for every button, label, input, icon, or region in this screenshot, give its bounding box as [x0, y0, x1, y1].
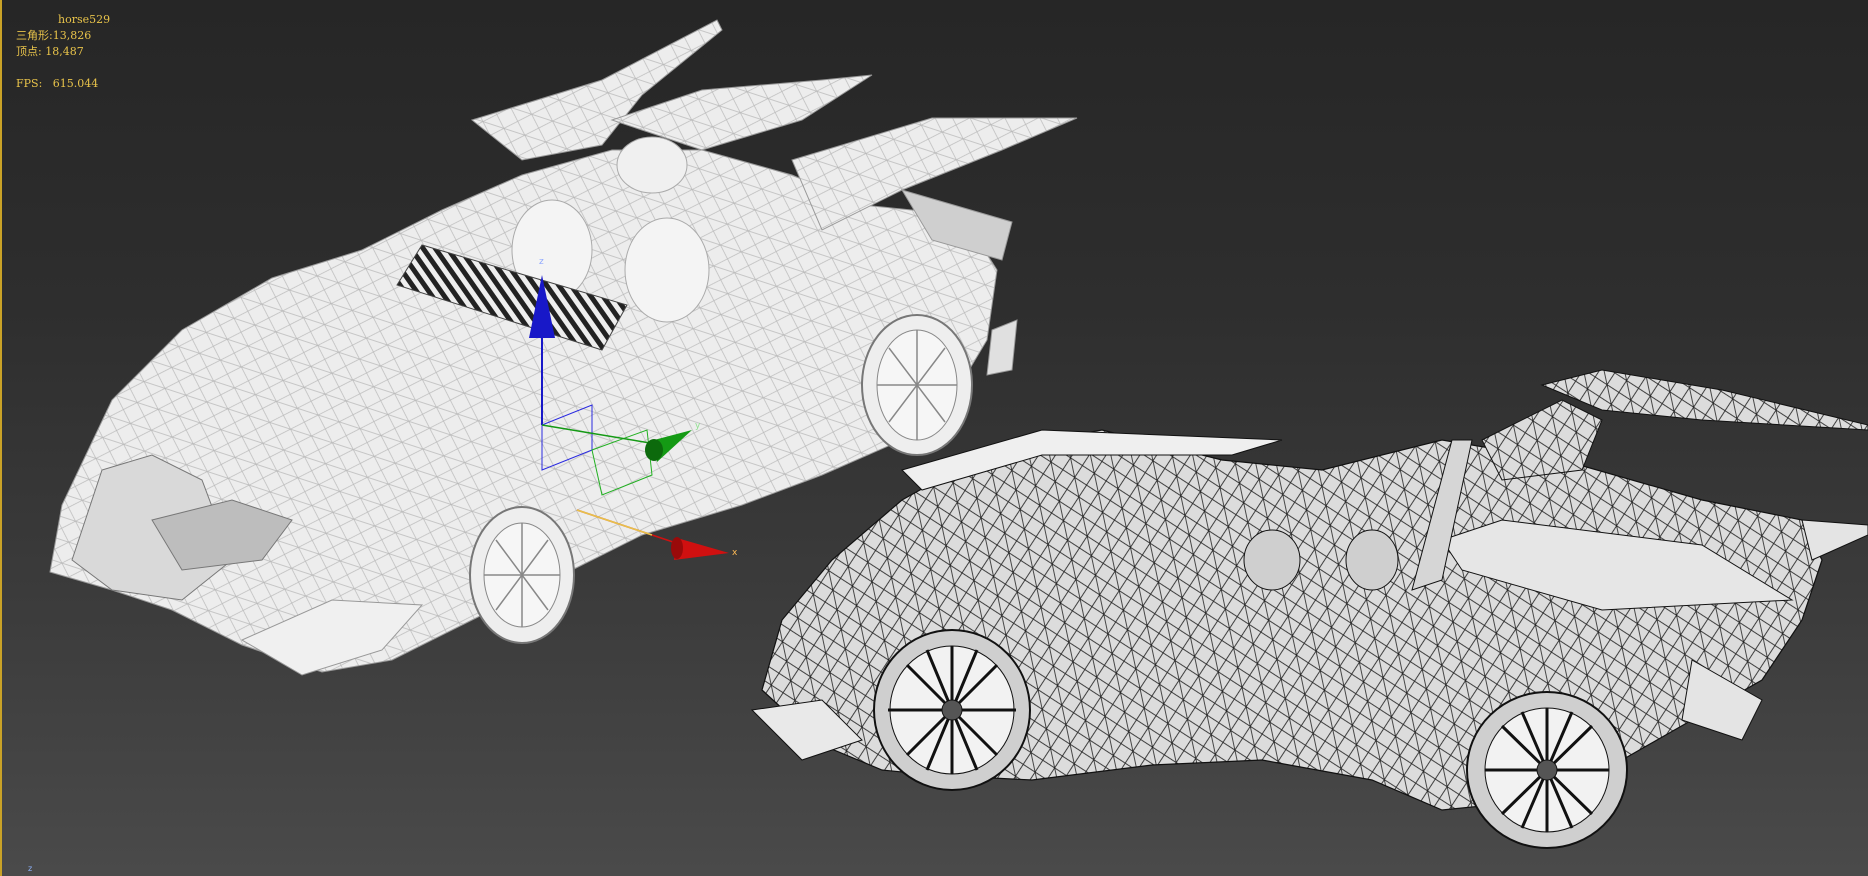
viewcube-axis-indicator: z — [28, 864, 33, 873]
rear-wheel-left-car — [861, 314, 973, 456]
front-wheel-left-car — [469, 506, 575, 644]
3d-viewport[interactable]: horse529 三角形:13,826 顶点: 18,487 FPS: 615.… — [0, 0, 1868, 876]
rear-wheel-right-car — [1466, 691, 1628, 849]
x-axis-label: x — [732, 548, 738, 558]
y-axis-label: y — [695, 421, 701, 431]
front-wheel-right-car — [873, 629, 1031, 791]
z-axis-label: z — [539, 257, 544, 267]
scene-render: z y x — [49, 19, 1868, 849]
